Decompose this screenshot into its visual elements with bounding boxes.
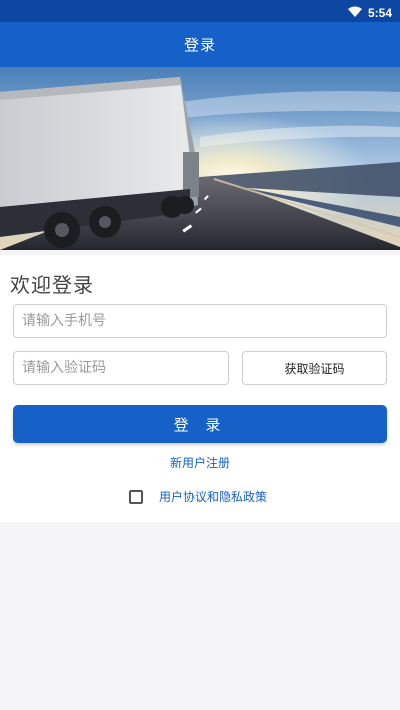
- status-icons: 5:54: [347, 3, 392, 22]
- agreement-row: 用户协议和隐私政策: [129, 488, 267, 505]
- agreement-checkbox[interactable]: [129, 489, 143, 504]
- login-button[interactable]: 登 录: [13, 405, 387, 443]
- get-code-button[interactable]: 获取验证码: [242, 351, 387, 385]
- register-link[interactable]: 新用户注册: [0, 454, 400, 471]
- status-time: 5:54: [367, 5, 392, 20]
- verification-code-input[interactable]: [13, 351, 229, 385]
- phone-input[interactable]: [13, 304, 387, 338]
- agreement-link[interactable]: 用户协议和隐私政策: [159, 488, 267, 505]
- welcome-heading: 欢迎登录: [10, 273, 94, 297]
- app-bar: 登录: [0, 22, 400, 67]
- page-title: 登录: [183, 36, 216, 54]
- status-bar: 5:54: [0, 0, 400, 22]
- wifi-icon: [347, 3, 362, 22]
- login-form: 欢迎登录 获取验证码 登 录 新用户注册 用户协议和隐私政策: [0, 255, 400, 522]
- hero-banner-image: [0, 67, 400, 250]
